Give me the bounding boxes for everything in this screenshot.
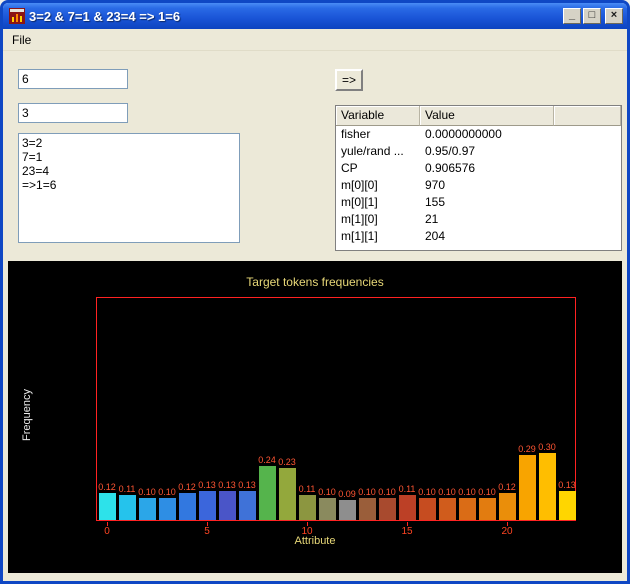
table-row[interactable]: yule/rand ... 0.95/0.97 — [336, 143, 621, 160]
column-header-empty[interactable] — [554, 106, 621, 126]
bar-11 — [318, 498, 336, 520]
bar-14 — [378, 498, 396, 520]
y-axis-label: Frequency — [21, 389, 33, 441]
bar-4 — [178, 493, 196, 520]
table-row[interactable]: m[1][1] 204 — [336, 228, 621, 245]
plot-area: 0.12 0.11 0.10 0.10 0.12 0.13 0.13 0.13 0.24 0.23… — [96, 297, 576, 537]
variable-cell: m[1][1] — [341, 229, 378, 243]
results-table: Variable Value fisher 0.0000000000 yule/… — [335, 105, 622, 251]
table-row[interactable]: m[0][0] 970 — [336, 177, 621, 194]
bar-17 — [438, 498, 456, 520]
bar-7 — [238, 491, 256, 520]
variable-cell: m[0][1] — [341, 195, 378, 209]
maximize-button-icon[interactable]: □ — [583, 8, 601, 24]
bar-5 — [198, 491, 216, 520]
window-controls: _ □ × — [563, 8, 623, 24]
value-input[interactable] — [18, 103, 128, 123]
bar-15 — [398, 495, 416, 520]
frequency-chart: Target tokens frequencies Frequency 0.12… — [8, 261, 622, 573]
variable-cell: m[1][0] — [341, 212, 378, 226]
bar-1 — [118, 495, 136, 520]
chart-title: Target tokens frequencies — [246, 275, 384, 289]
bar-19 — [478, 498, 496, 520]
bar-2 — [138, 498, 156, 520]
table-row[interactable]: fisher 0.0000000000 — [336, 126, 621, 143]
close-button-icon[interactable]: × — [605, 8, 623, 24]
value-cell: 204 — [425, 229, 446, 243]
window-title: 3=2 & 7=1 & 23=4 => 1=6 — [29, 8, 181, 24]
app-icon[interactable] — [9, 8, 25, 24]
bar-9 — [278, 468, 296, 520]
value-cell: 0.0000000000 — [425, 127, 502, 141]
value-cell: 970 — [425, 178, 446, 192]
main-content: 3=2 7=1 23=4 =>1=6 => Variable Value fis… — [3, 51, 627, 581]
menu-bar: File — [3, 29, 627, 51]
bar-13 — [358, 498, 376, 520]
column-header-variable[interactable]: Variable — [336, 106, 420, 126]
bar-value-label: 0.13 — [238, 480, 256, 490]
table-row[interactable]: CP 0.906576 — [336, 160, 621, 177]
bar-23 — [558, 491, 576, 520]
bar-value-label: 0.23 — [278, 457, 296, 467]
x-axis-label: Attribute — [294, 535, 336, 547]
bar-value-label: 0.30 — [538, 442, 556, 452]
bar-20 — [498, 493, 516, 520]
table-header-row: Variable Value — [336, 106, 621, 126]
attribute-input[interactable] — [18, 69, 128, 89]
value-cell: 0.95/0.97 — [425, 144, 476, 158]
bar-16 — [418, 498, 436, 520]
table-row[interactable]: m[1][0] 21 — [336, 211, 621, 228]
column-header-value[interactable]: Value — [420, 106, 554, 126]
bar-value-label: 0.12 — [498, 482, 516, 492]
bar-value-label: 0.13 — [558, 480, 576, 490]
table-row[interactable]: m[0][1] 155 — [336, 194, 621, 211]
bar-8 — [258, 466, 276, 520]
menu-file[interactable]: File — [3, 31, 40, 49]
evaluate-button[interactable]: => — [335, 69, 363, 91]
value-cell: 0.906576 — [425, 161, 476, 175]
bar-12 — [338, 500, 356, 520]
value-cell: 155 — [425, 195, 446, 209]
variable-cell: m[0][0] — [341, 178, 378, 192]
bar-10 — [298, 495, 316, 520]
value-cell: 21 — [425, 212, 439, 226]
variable-cell: CP — [341, 161, 358, 175]
title-bar[interactable]: 3=2 & 7=1 & 23=4 => 1=6 _ □ × — [3, 3, 627, 29]
bar-3 — [158, 498, 176, 520]
variable-cell: yule/rand ... — [341, 144, 404, 158]
bar-18 — [458, 498, 476, 520]
bar-0 — [98, 493, 116, 520]
rules-textarea[interactable]: 3=2 7=1 23=4 =>1=6 — [18, 133, 240, 243]
minimize-button-icon[interactable]: _ — [563, 8, 581, 24]
app-window: 3=2 & 7=1 & 23=4 => 1=6 _ □ × File 3=2 7… — [0, 0, 630, 584]
bar-6 — [218, 491, 236, 520]
bar-21 — [518, 455, 536, 520]
variable-cell: fisher — [341, 127, 371, 141]
